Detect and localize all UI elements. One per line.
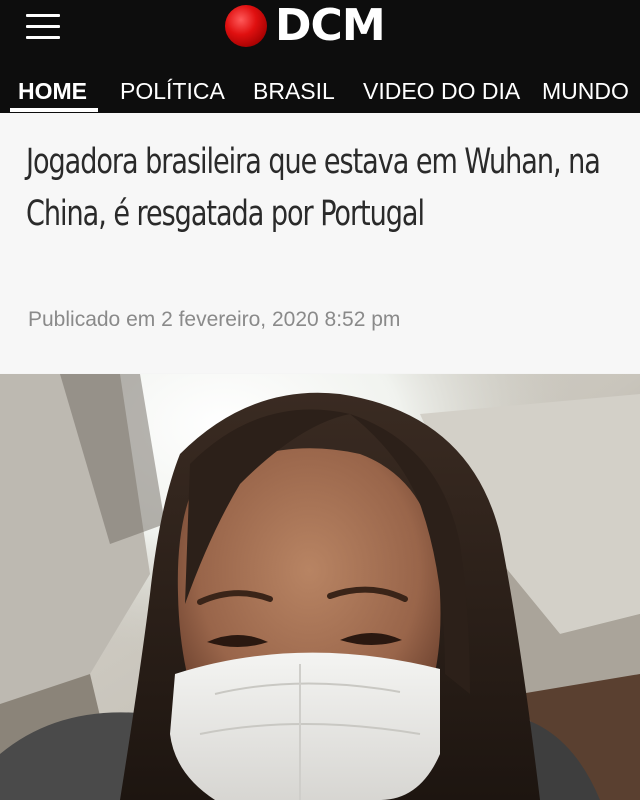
nav-item-home[interactable]: HOME [18, 78, 87, 105]
publish-date: Publicado em 2 fevereiro, 2020 8:52 pm [28, 308, 401, 331]
red-globe-icon [225, 5, 267, 47]
brand-name: DCM [275, 0, 386, 51]
active-tab-indicator [10, 108, 98, 112]
hamburger-icon[interactable] [24, 12, 64, 42]
site-logo[interactable]: DCM [225, 0, 386, 51]
nav-item-mundo[interactable]: MUNDO [542, 78, 629, 105]
nav-item-politica[interactable]: POLÍTICA [120, 78, 225, 105]
main-nav: HOME POLÍTICA BRASIL VIDEO DO DIA MUNDO [0, 72, 640, 113]
top-bar: DCM HOME POLÍTICA BRASIL VIDEO DO DIA MU… [0, 0, 640, 113]
nav-item-brasil[interactable]: BRASIL [253, 78, 335, 105]
article-title[interactable]: Jogadora brasileira que estava em Wuhan,… [26, 136, 616, 240]
nav-item-video-do-dia[interactable]: VIDEO DO DIA [363, 78, 520, 105]
article-photo[interactable] [0, 374, 640, 800]
